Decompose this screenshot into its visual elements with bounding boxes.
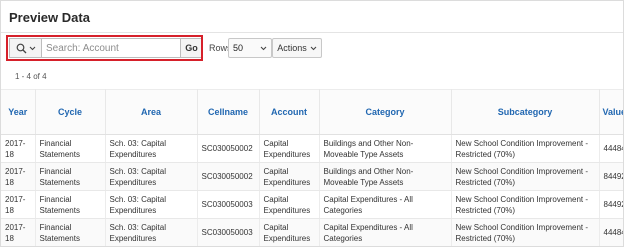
cell-account: Capital Expenditures bbox=[259, 134, 320, 163]
column-header-value[interactable]: Value bbox=[599, 89, 623, 135]
region-title: Preview Data bbox=[9, 10, 90, 25]
column-header-account[interactable]: Account bbox=[259, 89, 320, 135]
cell-subcategory: New School Condition Improvement - Restr… bbox=[451, 162, 600, 191]
cell-cellname: SC030050002 bbox=[197, 162, 260, 191]
cell-category: Capital Expenditures - All Categories bbox=[319, 218, 452, 246]
table-row: 2017-18 Financial Statements Sch. 03: Ca… bbox=[1, 218, 623, 246]
cell-subcategory: New School Condition Improvement - Restr… bbox=[451, 190, 600, 219]
cell-cycle: Financial Statements bbox=[35, 218, 106, 246]
chevron-down-icon bbox=[310, 46, 317, 50]
cell-cellname: SC030050003 bbox=[197, 190, 260, 219]
table-row: 2017-18 Financial Statements Sch. 03: Ca… bbox=[1, 190, 623, 219]
cell-account: Capital Expenditures bbox=[259, 218, 320, 246]
cell-cycle: Financial Statements bbox=[35, 134, 106, 163]
table-row: 2017-18 Financial Statements Sch. 03: Ca… bbox=[1, 162, 623, 191]
cell-year: 2017-18 bbox=[1, 134, 36, 163]
cell-account: Capital Expenditures bbox=[259, 162, 320, 191]
title-divider bbox=[1, 32, 623, 33]
column-header-year[interactable]: Year bbox=[1, 89, 36, 135]
cell-value: 8449240 bbox=[599, 190, 623, 219]
cell-subcategory: New School Condition Improvement - Restr… bbox=[451, 134, 600, 163]
rows-select-value: 50 bbox=[233, 43, 244, 53]
data-table: Year Cycle Area Cellname Account Categor… bbox=[1, 89, 623, 246]
table-header-row: Year Cycle Area Cellname Account Categor… bbox=[1, 89, 623, 135]
rows-per-page-select[interactable]: 50 bbox=[228, 38, 272, 58]
cell-value: 4448484 bbox=[599, 134, 623, 163]
cell-area: Sch. 03: Capital Expenditures bbox=[105, 218, 198, 246]
column-header-area[interactable]: Area bbox=[105, 89, 198, 135]
cell-cellname: SC030050002 bbox=[197, 134, 260, 163]
cell-area: Sch. 03: Capital Expenditures bbox=[105, 190, 198, 219]
cell-cycle: Financial Statements bbox=[35, 190, 106, 219]
preview-data-region: Preview Data Go Rows 50 Actions 1 - 4 of… bbox=[0, 0, 624, 247]
column-header-category[interactable]: Category bbox=[319, 89, 452, 135]
column-header-subcategory[interactable]: Subcategory bbox=[451, 89, 600, 135]
pagination-info: 1 - 4 of 4 bbox=[15, 72, 47, 81]
cell-category: Buildings and Other Non-Moveable Type As… bbox=[319, 162, 452, 191]
cell-account: Capital Expenditures bbox=[259, 190, 320, 219]
cell-subcategory: New School Condition Improvement - Restr… bbox=[451, 218, 600, 246]
cell-area: Sch. 03: Capital Expenditures bbox=[105, 134, 198, 163]
cell-cellname: SC030050003 bbox=[197, 218, 260, 246]
cell-area: Sch. 03: Capital Expenditures bbox=[105, 162, 198, 191]
search-highlight-box bbox=[6, 35, 203, 61]
column-header-cellname[interactable]: Cellname bbox=[197, 89, 260, 135]
column-header-cycle[interactable]: Cycle bbox=[35, 89, 106, 135]
cell-value: 4448484 bbox=[599, 218, 623, 246]
cell-cycle: Financial Statements bbox=[35, 162, 106, 191]
cell-year: 2017-18 bbox=[1, 162, 36, 191]
cell-category: Capital Expenditures - All Categories bbox=[319, 190, 452, 219]
table-row: 2017-18 Financial Statements Sch. 03: Ca… bbox=[1, 134, 623, 163]
cell-category: Buildings and Other Non-Moveable Type As… bbox=[319, 134, 452, 163]
chevron-down-icon bbox=[260, 46, 267, 50]
actions-label: Actions bbox=[277, 43, 307, 53]
actions-menu-button[interactable]: Actions bbox=[272, 38, 322, 58]
cell-year: 2017-18 bbox=[1, 190, 36, 219]
cell-year: 2017-18 bbox=[1, 218, 36, 246]
cell-value: 8449240 bbox=[599, 162, 623, 191]
